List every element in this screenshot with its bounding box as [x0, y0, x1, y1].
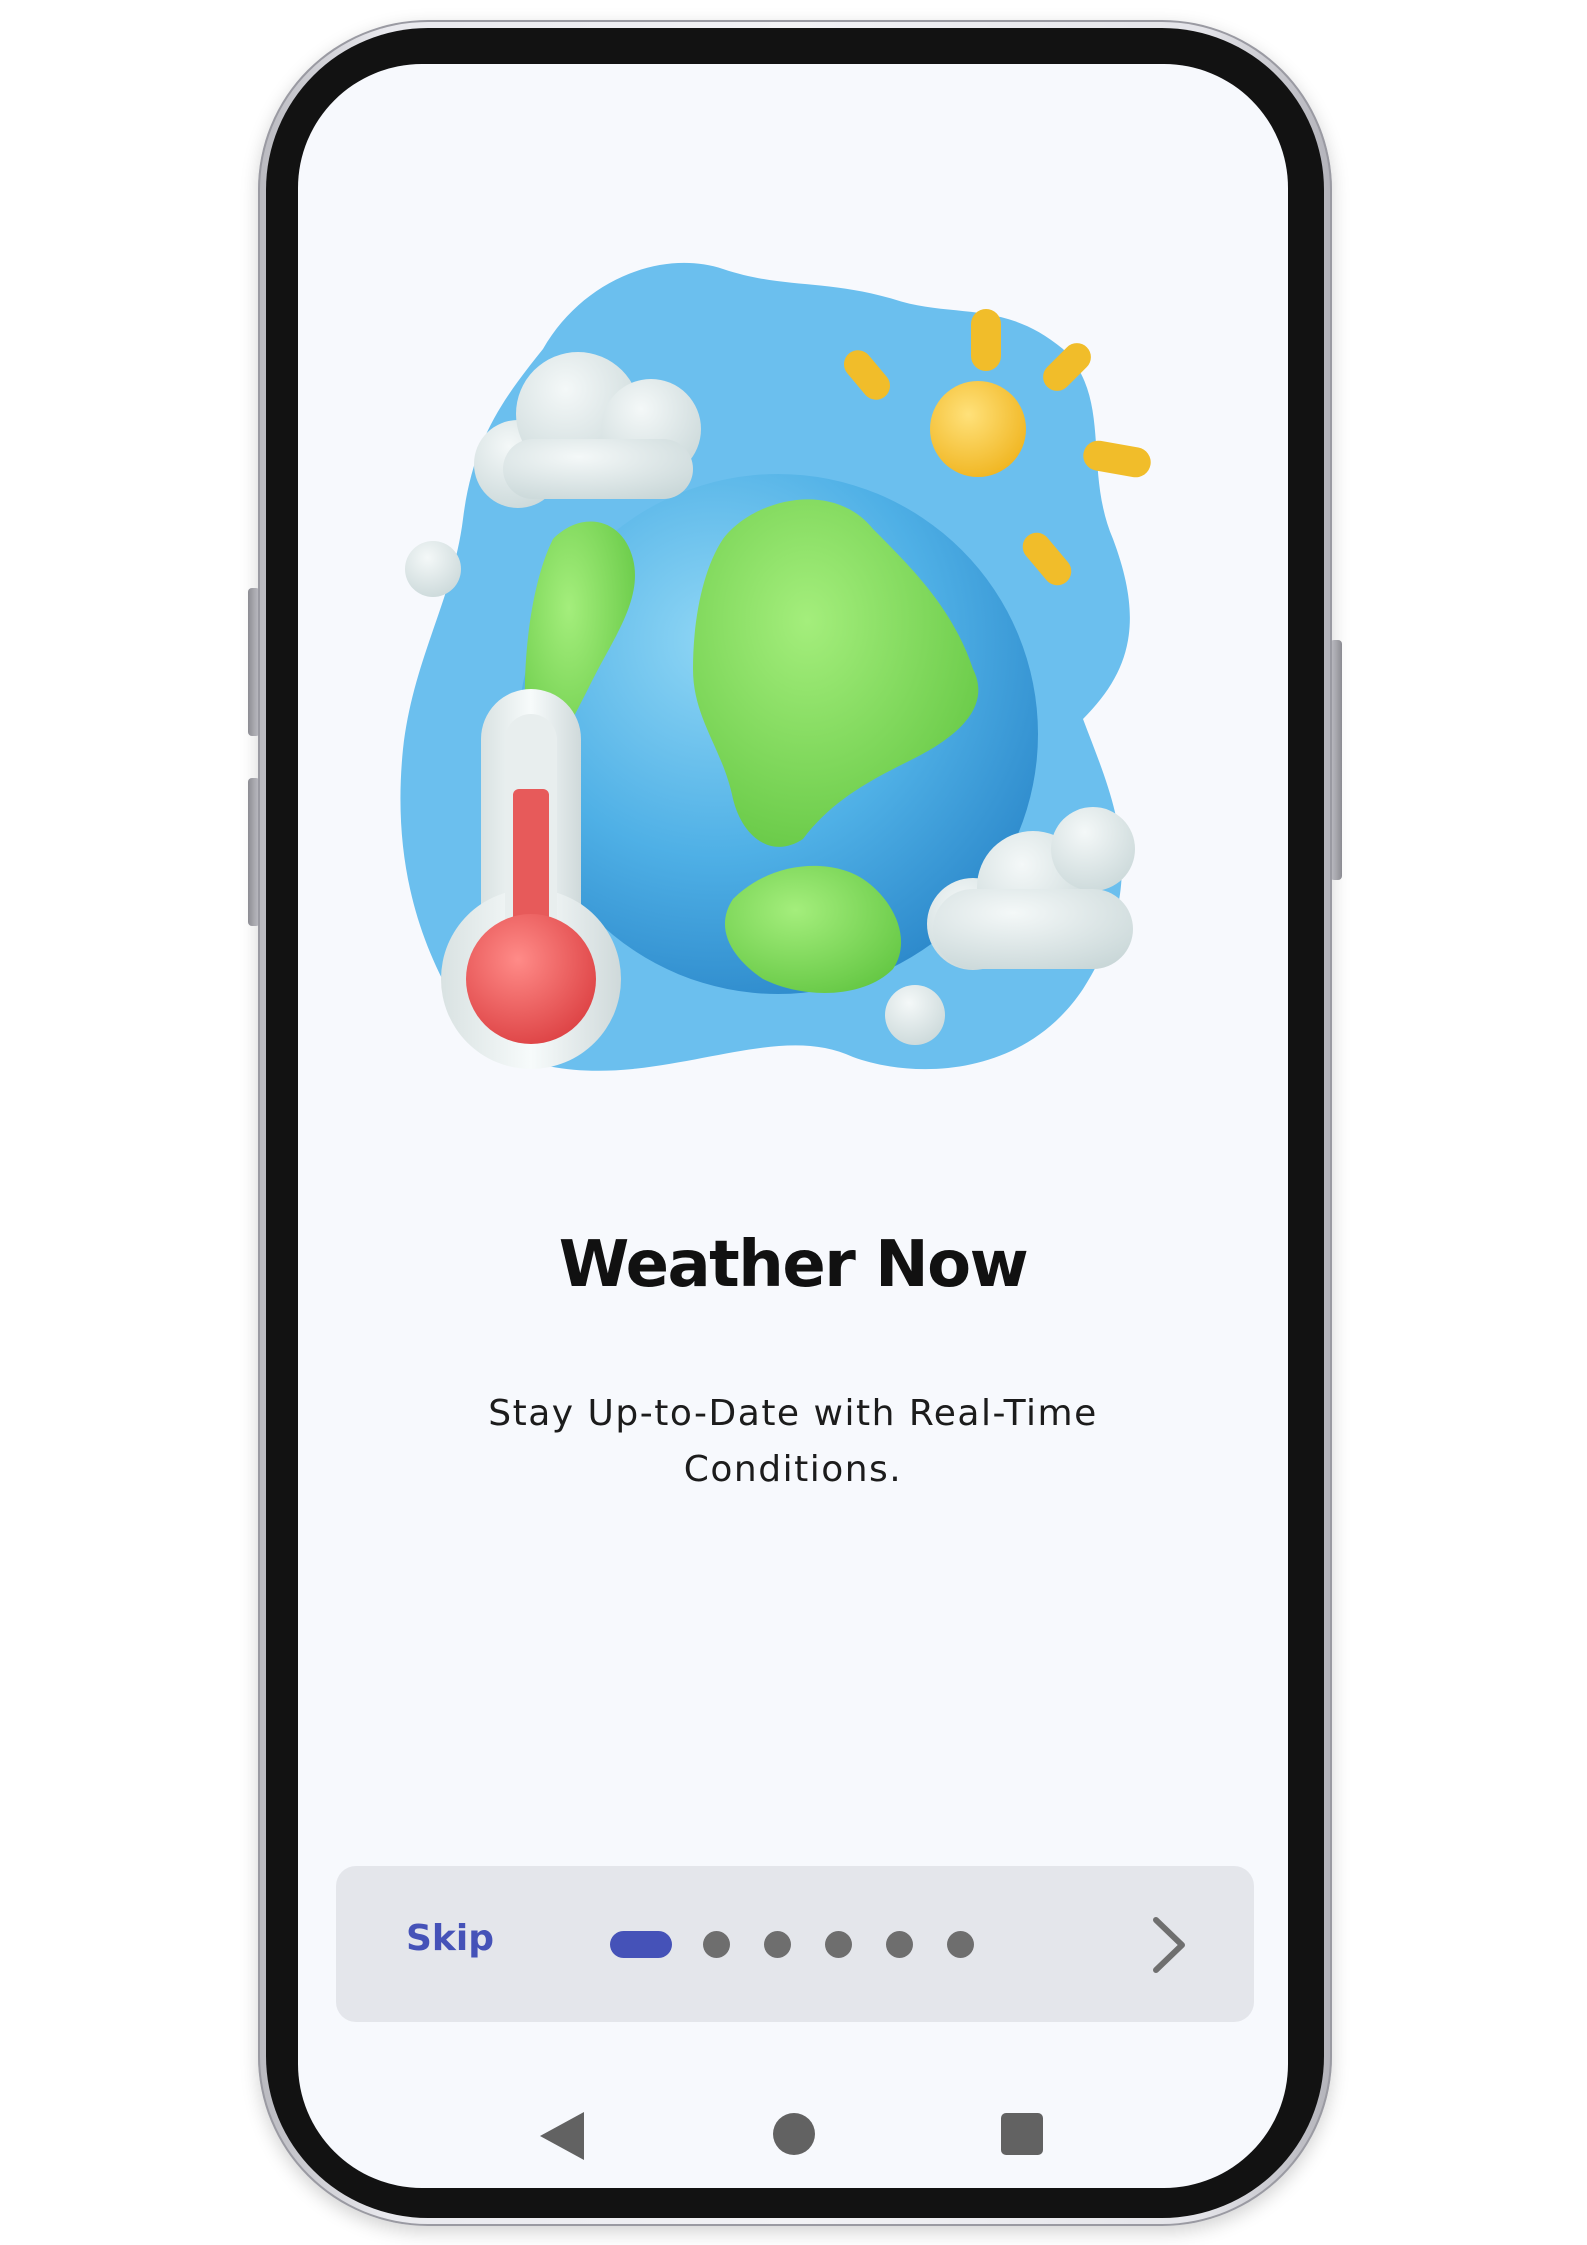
- recents-square-icon[interactable]: [1001, 2113, 1043, 2155]
- stage: Weather Now Stay Up-to-Date with Real-Ti…: [0, 0, 1587, 2245]
- chevron-right-icon[interactable]: [1144, 1910, 1194, 1980]
- page-indicator-dot: [764, 1930, 791, 1958]
- back-triangle-icon[interactable]: [540, 2112, 584, 2160]
- page-subtitle: Stay Up-to-Date with Real-Time Condition…: [488, 1393, 1098, 1490]
- page-title: Weather Now: [558, 1228, 1029, 1302]
- page-indicator-dot: [886, 1930, 913, 1958]
- page-indicator-dot: [947, 1930, 974, 1958]
- onboarding-navigation-bar: Skip: [336, 1866, 1254, 2022]
- earth-weather-illustration: [400, 262, 1151, 1071]
- page-indicator-dot: [703, 1930, 730, 1958]
- phone-screen: Weather Now Stay Up-to-Date with Real-Ti…: [298, 64, 1288, 2188]
- page-indicator-dot-active: [610, 1930, 672, 1958]
- page-indicator-dot: [825, 1930, 852, 1958]
- home-circle-icon[interactable]: [773, 2113, 815, 2155]
- page-indicator: [610, 1930, 974, 1958]
- skip-button[interactable]: Skip: [406, 1918, 494, 1959]
